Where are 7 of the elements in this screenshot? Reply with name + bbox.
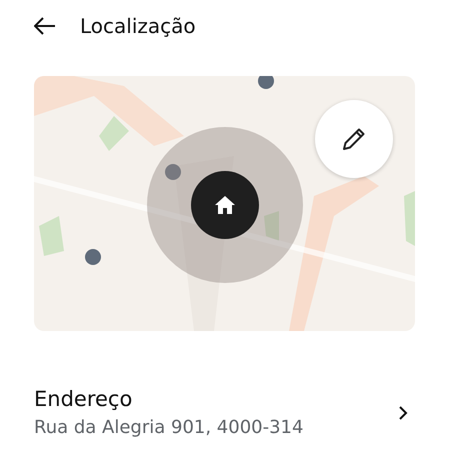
address-label: Endereço <box>34 387 134 411</box>
chevron-icon <box>398 404 408 420</box>
address-value: Rua da Alegria 901, 4000-314 <box>34 417 304 438</box>
home-icon <box>214 195 236 215</box>
address-row[interactable]: Endereço Rua da Alegria 901, 4000-314 <box>34 387 408 438</box>
page-title: Localização <box>80 14 196 38</box>
back-icon[interactable] <box>34 17 56 35</box>
